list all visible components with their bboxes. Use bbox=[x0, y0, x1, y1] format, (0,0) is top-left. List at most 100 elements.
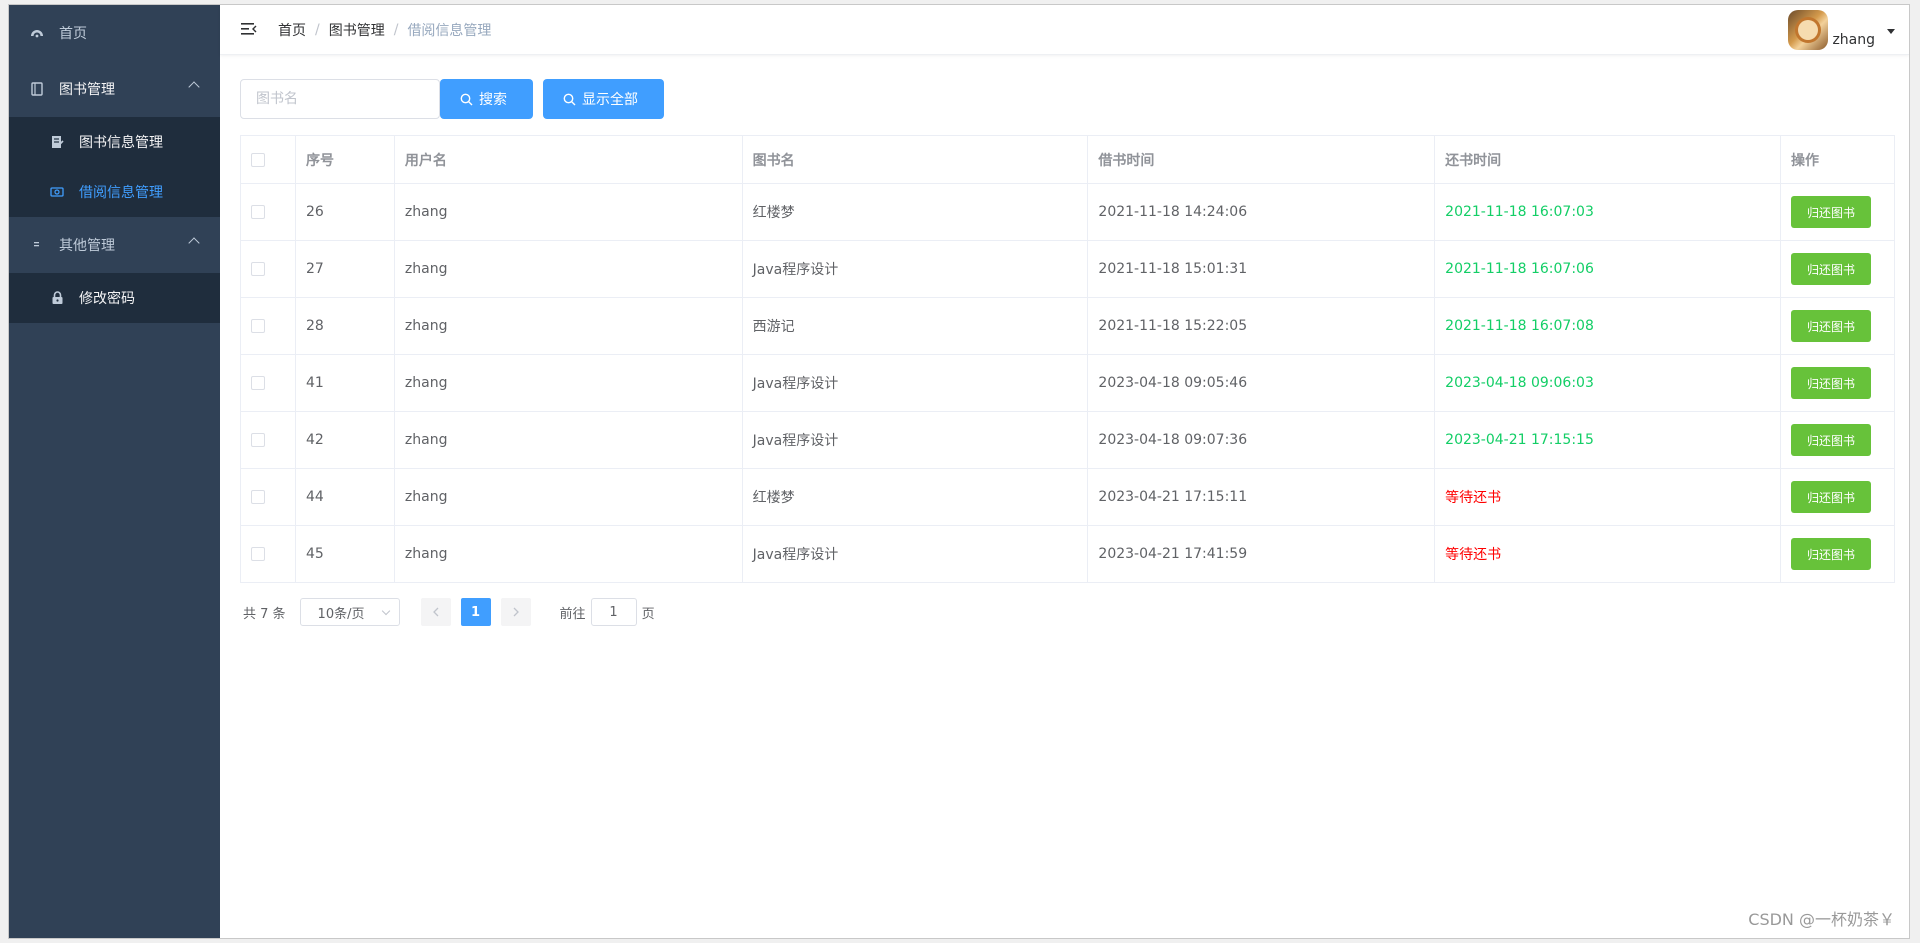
row-checkbox[interactable] bbox=[251, 433, 265, 447]
cell-return-time: 2023-04-18 09:06:03 bbox=[1434, 354, 1781, 412]
list-icon bbox=[29, 237, 45, 253]
search-toolbar: 搜索 显示全部 bbox=[240, 79, 664, 119]
column-header: 借书时间 bbox=[1087, 135, 1436, 184]
hamburger-icon[interactable] bbox=[240, 20, 258, 38]
row-select-cell bbox=[240, 525, 296, 583]
return-book-button[interactable]: 归还图书 bbox=[1790, 424, 1871, 456]
sidebar-item-book-info[interactable]: 图书信息管理 bbox=[9, 117, 220, 167]
sidebar-group-book-management[interactable]: 图书管理 bbox=[9, 61, 220, 117]
cell-borrow-time: 2023-04-21 17:15:11 bbox=[1087, 468, 1436, 526]
sidebar-item-borrow-info[interactable]: 借阅信息管理 bbox=[9, 167, 220, 217]
sidebar-item-label: 其他管理 bbox=[59, 238, 115, 254]
lock-icon bbox=[49, 290, 65, 306]
return-book-button[interactable]: 归还图书 bbox=[1790, 481, 1871, 513]
cell-borrow-time: 2021-11-18 15:22:05 bbox=[1087, 297, 1436, 355]
cell-action: 归还图书 bbox=[1780, 183, 1896, 241]
cell-return-time: 2021-11-18 16:07:08 bbox=[1434, 297, 1781, 355]
show-all-button[interactable]: 显示全部 bbox=[543, 79, 664, 119]
dashboard-icon bbox=[29, 25, 45, 41]
select-all-cell bbox=[240, 135, 296, 184]
cell-id: 26 bbox=[295, 183, 395, 241]
row-checkbox[interactable] bbox=[251, 205, 265, 219]
borrow-icon bbox=[49, 184, 65, 200]
page-number-current[interactable]: 1 bbox=[460, 598, 491, 626]
chevron-down-icon bbox=[381, 606, 390, 616]
prev-page-button[interactable] bbox=[420, 598, 451, 626]
row-select-cell bbox=[240, 411, 296, 469]
table-body: 26 zhang 红楼梦 2021-11-18 14:24:06 2021-11-18 … bbox=[240, 183, 1896, 583]
cell-borrow-time: 2021-11-18 14:24:06 bbox=[1087, 183, 1436, 241]
return-book-button[interactable]: 归还图书 bbox=[1790, 253, 1871, 285]
goto-page-input[interactable] bbox=[590, 598, 637, 626]
page-jumper: 前往 页 bbox=[560, 598, 655, 626]
breadcrumb-separator: / bbox=[393, 22, 399, 38]
cell-borrow-time: 2021-11-18 15:01:31 bbox=[1087, 240, 1436, 298]
table-row: 41 zhang Java程序设计 2023-04-18 09:05:46 2023-0… bbox=[240, 354, 1896, 412]
search-button[interactable]: 搜索 bbox=[440, 79, 533, 119]
cell-username: zhang bbox=[394, 525, 743, 583]
sidebar-item-home[interactable]: 首页 bbox=[9, 5, 220, 61]
cell-id: 27 bbox=[295, 240, 395, 298]
cell-borrow-time: 2023-04-18 09:05:46 bbox=[1087, 354, 1436, 412]
sidebar-item-label: 图书信息管理 bbox=[79, 135, 163, 151]
breadcrumb-current: 借阅信息管理 bbox=[407, 23, 492, 39]
avatar[interactable] bbox=[1788, 10, 1829, 50]
cell-book-name: Java程序设计 bbox=[742, 354, 1089, 412]
search-icon bbox=[563, 93, 576, 106]
row-checkbox[interactable] bbox=[251, 319, 265, 333]
row-checkbox[interactable] bbox=[251, 262, 265, 276]
sidebar-item-change-password[interactable]: 修改密码 bbox=[9, 273, 220, 323]
cell-action: 归还图书 bbox=[1780, 468, 1896, 526]
pagination-total: 共 7 条 bbox=[243, 606, 286, 622]
cell-book-name: 西游记 bbox=[742, 297, 1089, 355]
row-select-cell bbox=[240, 354, 296, 412]
table-row: 28 zhang 西游记 2021-11-18 15:22:05 2021-11-18 … bbox=[240, 297, 1896, 355]
goto-prefix: 前往 bbox=[559, 606, 586, 622]
sidebar-item-label: 图书管理 bbox=[59, 82, 115, 98]
user-menu[interactable]: zhang bbox=[1788, 10, 1895, 50]
return-book-button[interactable]: 归还图书 bbox=[1790, 538, 1871, 570]
row-checkbox[interactable] bbox=[251, 547, 265, 561]
cell-borrow-time: 2023-04-18 09:07:36 bbox=[1087, 411, 1436, 469]
caret-down-icon[interactable] bbox=[1887, 29, 1895, 34]
row-checkbox[interactable] bbox=[251, 376, 265, 390]
watermark: CSDN @一杯奶茶￥ bbox=[1748, 910, 1895, 929]
breadcrumb-home[interactable]: 首页 bbox=[278, 20, 306, 40]
breadcrumb: 首页 / 图书管理 / 借阅信息管理 bbox=[278, 20, 491, 40]
row-select-cell bbox=[240, 183, 296, 241]
page-size-select[interactable]: 10条/页 bbox=[299, 598, 400, 626]
pagination: 共 7 条 10条/页 1 前往 页 bbox=[243, 598, 655, 626]
page-size-value: 10条/页 bbox=[317, 606, 365, 622]
cell-action: 归还图书 bbox=[1780, 240, 1896, 298]
column-header: 序号 bbox=[295, 135, 395, 184]
cell-username: zhang bbox=[394, 411, 743, 469]
cell-return-time: 等待还书 bbox=[1434, 468, 1781, 526]
cell-id: 28 bbox=[295, 297, 395, 355]
cell-username: zhang bbox=[394, 468, 743, 526]
table-header-row: 序号 用户名 图书名 借书时间 还书时间 操作 bbox=[240, 135, 1896, 184]
return-book-button[interactable]: 归还图书 bbox=[1790, 367, 1871, 399]
next-page-button[interactable] bbox=[500, 598, 531, 626]
cell-username: zhang bbox=[394, 354, 743, 412]
search-button-label: 搜索 bbox=[479, 92, 507, 108]
search-icon bbox=[460, 93, 473, 106]
cell-username: zhang bbox=[394, 240, 743, 298]
book-name-search-input[interactable] bbox=[240, 79, 440, 119]
cell-username: zhang bbox=[394, 183, 743, 241]
breadcrumb-book-management[interactable]: 图书管理 bbox=[329, 20, 385, 40]
row-checkbox[interactable] bbox=[251, 490, 265, 504]
cell-borrow-time: 2023-04-21 17:41:59 bbox=[1087, 525, 1436, 583]
cell-book-name: Java程序设计 bbox=[742, 411, 1089, 469]
cell-id: 41 bbox=[295, 354, 395, 412]
cell-return-time: 2021-11-18 16:07:03 bbox=[1434, 183, 1781, 241]
sidebar-group-other-management[interactable]: 其他管理 bbox=[9, 217, 220, 273]
submenu-book-management: 图书信息管理 借阅信息管理 bbox=[9, 117, 220, 217]
username[interactable]: zhang bbox=[1832, 32, 1875, 48]
breadcrumb-separator: / bbox=[315, 22, 320, 38]
table-row: 44 zhang 红楼梦 2023-04-21 17:15:11 等待还书 归还图书 bbox=[240, 468, 1896, 526]
return-book-button[interactable]: 归还图书 bbox=[1790, 310, 1871, 342]
goto-suffix: 页 bbox=[641, 606, 655, 622]
cell-return-time: 2021-11-18 16:07:06 bbox=[1434, 240, 1781, 298]
return-book-button[interactable]: 归还图书 bbox=[1790, 196, 1871, 228]
select-all-checkbox[interactable] bbox=[251, 152, 265, 167]
